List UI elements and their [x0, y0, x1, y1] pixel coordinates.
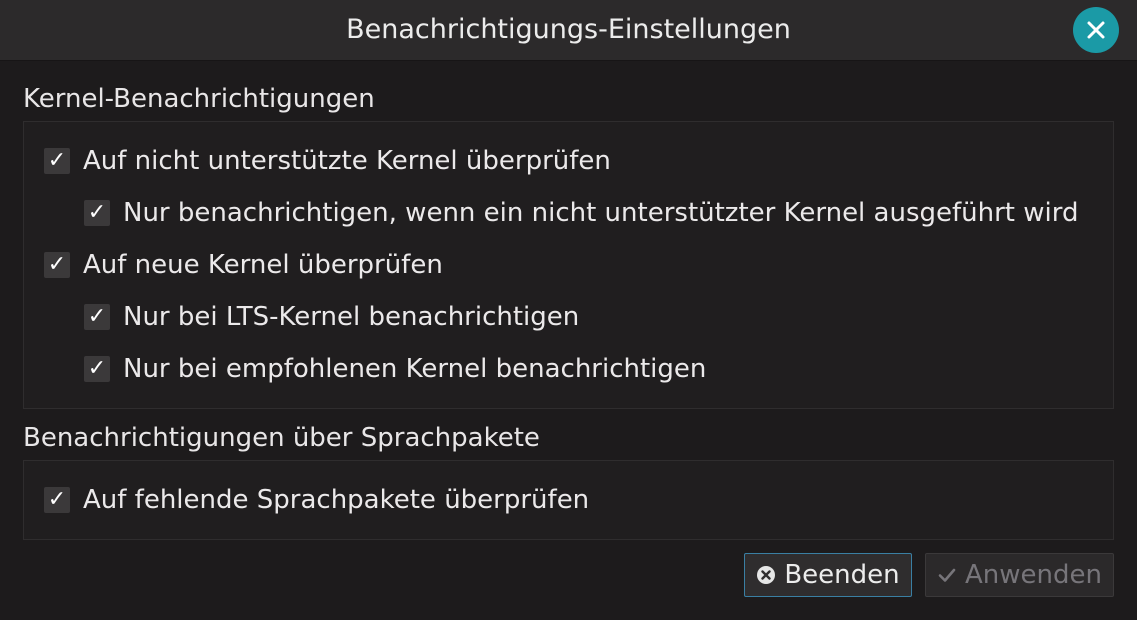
language-section-title: Benachrichtigungen über Sprachpakete — [23, 423, 540, 453]
option-label: Nur benachrichtigen, wenn ein nicht unte… — [123, 198, 1079, 228]
apply-button-label: Anwenden — [965, 560, 1102, 590]
option-label: Auf nicht unterstützte Kernel überprüfen — [83, 146, 611, 176]
quit-button-label: Beenden — [784, 560, 900, 590]
check-icon: ✓ — [47, 487, 67, 512]
check-icon: ✓ — [87, 200, 107, 225]
window-title: Benachrichtigungs-Einstellungen — [346, 14, 791, 45]
checkbox[interactable]: ✓ — [84, 304, 110, 330]
check-notify-running-unsupported[interactable]: ✓ Nur benachrichtigen, wenn ein nicht un… — [84, 193, 1079, 233]
check-icon: ✓ — [87, 356, 107, 381]
kernel-section-title: Kernel-Benachrichtigungen — [23, 84, 375, 114]
close-icon — [1087, 21, 1105, 39]
close-button[interactable] — [1073, 7, 1119, 53]
settings-dialog: Benachrichtigungs-Einstellungen Kernel-B… — [0, 0, 1137, 620]
apply-button[interactable]: Anwenden — [925, 553, 1114, 597]
quit-button[interactable]: Beenden — [744, 553, 912, 597]
check-icon: ✓ — [47, 148, 67, 173]
check-recommended-only[interactable]: ✓ Nur bei empfohlenen Kernel benachricht… — [84, 349, 706, 389]
checkbox[interactable]: ✓ — [84, 356, 110, 382]
option-label: Auf neue Kernel überprüfen — [83, 250, 443, 280]
check-icon: ✓ — [87, 304, 107, 329]
checkbox[interactable]: ✓ — [84, 200, 110, 226]
option-label: Nur bei empfohlenen Kernel benachrichtig… — [123, 354, 707, 384]
check-lts-only[interactable]: ✓ Nur bei LTS-Kernel benachrichtigen — [84, 297, 579, 337]
cancel-circle-icon — [756, 565, 776, 585]
check-icon: ✓ — [47, 252, 67, 277]
checkbox[interactable]: ✓ — [44, 252, 70, 278]
checkbox[interactable]: ✓ — [44, 148, 70, 174]
titlebar: Benachrichtigungs-Einstellungen — [0, 0, 1137, 61]
option-label: Nur bei LTS-Kernel benachrichtigen — [123, 302, 580, 332]
checkbox[interactable]: ✓ — [44, 487, 70, 513]
option-label: Auf fehlende Sprachpakete überprüfen — [83, 485, 590, 515]
check-missing-language-packs[interactable]: ✓ Auf fehlende Sprachpakete überprüfen — [44, 480, 589, 520]
check-new-kernels[interactable]: ✓ Auf neue Kernel überprüfen — [44, 245, 443, 285]
checkmark-icon — [937, 565, 957, 585]
check-unsupported-kernels[interactable]: ✓ Auf nicht unterstützte Kernel überprüf… — [44, 141, 611, 181]
